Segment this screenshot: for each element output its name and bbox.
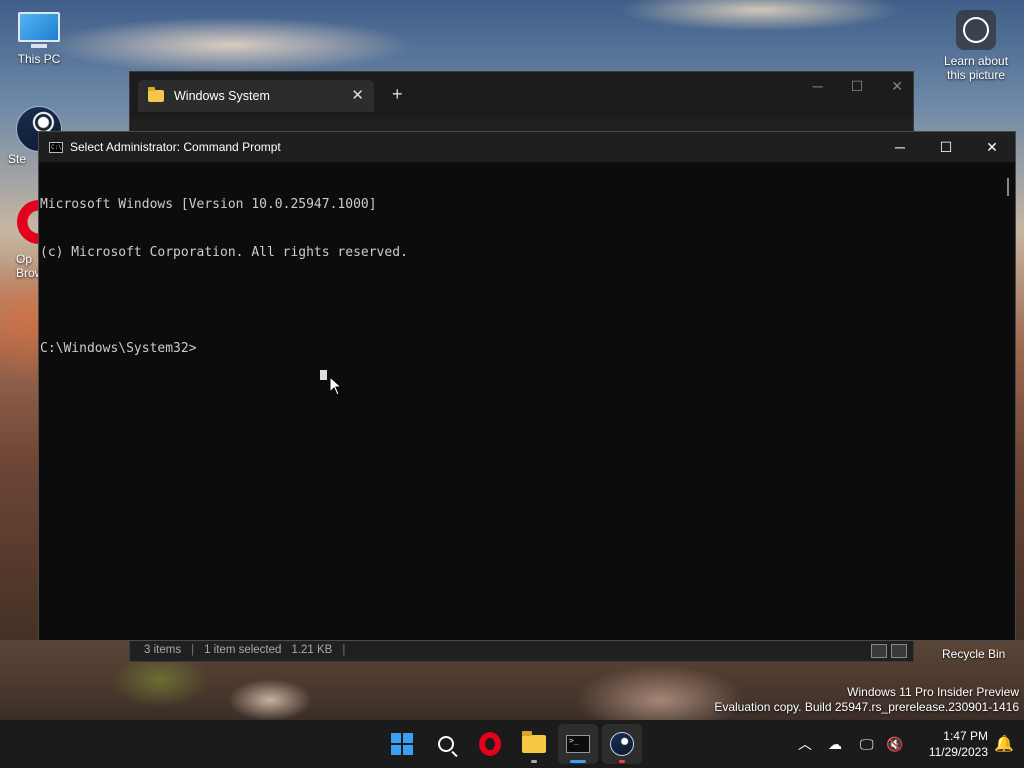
minimize-icon[interactable]: ─ xyxy=(813,78,823,95)
notification-bell-icon[interactable]: 🔔 xyxy=(994,734,1014,754)
explorer-tab-title: Windows System xyxy=(174,89,270,103)
status-selected: 1 item selected xyxy=(204,644,282,656)
tray-network-icon[interactable]: 🖵 xyxy=(860,720,874,768)
chevron-up-icon: ︿ xyxy=(798,736,812,752)
file-explorer-icon xyxy=(522,731,546,753)
desktop-icon-learn-about-picture[interactable]: Learn about this picture xyxy=(940,10,1012,82)
console-line: Microsoft Windows [Version 10.0.25947.10… xyxy=(40,197,377,212)
desktop-icon-label: This PC xyxy=(17,52,61,66)
close-tab-icon[interactable]: ✕ xyxy=(351,86,364,104)
taskbar: >_ ︿ ☁ 🖵 🔇 1:47 PM 11/29/2023 🔔 xyxy=(0,720,1024,768)
close-icon[interactable]: ✕ xyxy=(969,132,1015,162)
tiles-view-icon[interactable] xyxy=(891,644,907,658)
desktop-icon-label: Learn about this picture xyxy=(943,54,1009,82)
terminal-icon: >_ xyxy=(566,735,590,753)
evaluation-watermark: Windows 11 Pro Insider Preview Evaluatio… xyxy=(714,685,1019,715)
command-prompt-window[interactable]: C:\ Select Administrator: Command Prompt… xyxy=(38,131,1016,641)
console-line: (c) Microsoft Corporation. All rights re… xyxy=(40,245,408,260)
opera-icon xyxy=(479,732,501,756)
taskbar-steam[interactable] xyxy=(602,724,642,764)
explorer-tab[interactable]: Windows System ✕ xyxy=(138,80,374,112)
selection-block xyxy=(320,370,327,380)
watermark-line-1: Windows 11 Pro Insider Preview xyxy=(847,685,1019,699)
explorer-window-controls: ─ ☐ ✕ xyxy=(813,78,903,95)
minimize-icon[interactable]: ─ xyxy=(877,132,923,162)
desktop-icon-recycle-bin[interactable]: Recycle Bin xyxy=(942,647,1005,661)
monitor-icon xyxy=(18,12,60,42)
cmd-window-title: Select Administrator: Command Prompt xyxy=(70,140,281,154)
watermark-line-2: Evaluation copy. Build 25947.rs_prerelea… xyxy=(714,700,1019,714)
taskbar-file-explorer[interactable] xyxy=(514,724,554,764)
taskbar-opera[interactable] xyxy=(470,724,510,764)
cmd-console[interactable]: Microsoft Windows [Version 10.0.25947.10… xyxy=(39,162,1015,640)
maximize-icon[interactable]: ☐ xyxy=(851,78,864,95)
scrollbar-thumb[interactable] xyxy=(1007,178,1009,196)
clock-time: 1:47 PM xyxy=(943,729,988,743)
taskbar-clock[interactable]: 1:47 PM 11/29/2023 xyxy=(929,728,988,760)
tray-volume-icon[interactable]: 🔇 xyxy=(886,720,903,768)
cmd-app-icon: C:\ xyxy=(49,141,63,153)
clock-date: 11/29/2023 xyxy=(928,745,988,759)
view-toggle xyxy=(871,644,907,658)
tray-overflow-button[interactable]: ︿ xyxy=(798,720,812,768)
details-view-icon[interactable] xyxy=(871,644,887,658)
folder-icon xyxy=(148,87,164,102)
explorer-status-bar: 3 items | 1 item selected 1.21 KB | xyxy=(130,639,913,661)
search-icon xyxy=(438,736,454,752)
maximize-icon[interactable]: ☐ xyxy=(923,132,969,162)
new-tab-button[interactable]: + xyxy=(392,84,403,105)
status-size: 1.21 KB xyxy=(291,644,333,656)
windows-logo-icon xyxy=(391,733,413,755)
explorer-tab-bar: Windows System ✕ + ─ ☐ ✕ xyxy=(130,72,913,118)
tray-onedrive-icon[interactable]: ☁ xyxy=(828,720,842,768)
search-button[interactable] xyxy=(426,724,466,764)
cmd-title-bar[interactable]: C:\ Select Administrator: Command Prompt… xyxy=(39,132,1015,162)
camera-icon xyxy=(956,10,996,50)
cmd-window-controls: ─ ☐ ✕ xyxy=(877,132,1015,162)
desktop-icon-this-pc[interactable]: This PC xyxy=(8,10,70,66)
console-prompt-line: C:\Windows\System32> xyxy=(40,341,197,356)
close-icon[interactable]: ✕ xyxy=(891,78,903,95)
taskbar-terminal[interactable]: >_ xyxy=(558,724,598,764)
start-button[interactable] xyxy=(382,724,422,764)
status-item-count: 3 items xyxy=(144,644,182,656)
steam-icon xyxy=(610,732,634,756)
